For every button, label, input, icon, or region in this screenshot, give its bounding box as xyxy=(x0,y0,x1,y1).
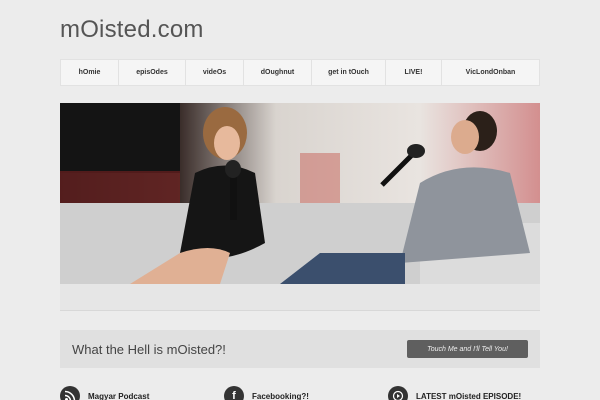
call-to-action-bar: What the Hell is mOisted?! Touch Me and … xyxy=(60,330,540,368)
hero-slideshow-image[interactable] xyxy=(60,103,540,284)
hero-photo xyxy=(60,103,540,284)
main-navigation: hOmie episOdes videOs dOughnut get in tO… xyxy=(60,59,540,86)
feature-facebooking[interactable]: f Facebooking?! xyxy=(224,386,309,400)
nav-item-homie[interactable]: hOmie xyxy=(61,60,119,85)
nav-item-get-in-touch[interactable]: get in tOuch xyxy=(312,60,386,85)
feature-title: LATEST mOisted EPISODE! xyxy=(416,391,522,400)
feature-latest-episode[interactable]: LATEST mOisted EPISODE! xyxy=(388,386,521,400)
slider-navigation-bar xyxy=(60,284,540,311)
cta-button[interactable]: Touch Me and I'll Tell You! xyxy=(407,340,528,358)
feature-title: Magyar Podcast xyxy=(88,391,150,400)
site-title[interactable]: mOisted.com xyxy=(60,16,204,44)
facebook-icon: f xyxy=(224,386,244,400)
nav-item-doughnut[interactable]: dOughnut xyxy=(244,60,312,85)
nav-item-videos[interactable]: videOs xyxy=(186,60,244,85)
cta-heading: What the Hell is mOisted?! xyxy=(72,341,226,357)
feature-title: Facebooking?! xyxy=(252,391,309,400)
play-icon xyxy=(388,386,408,400)
nav-item-live[interactable]: LIVE! xyxy=(386,60,442,85)
feature-magyar-podcast[interactable]: Magyar Podcast xyxy=(60,386,149,400)
rss-icon xyxy=(60,386,80,400)
nav-item-viclondonban[interactable]: VicLondOnban xyxy=(442,60,539,85)
nav-item-episodes[interactable]: episOdes xyxy=(119,60,186,85)
